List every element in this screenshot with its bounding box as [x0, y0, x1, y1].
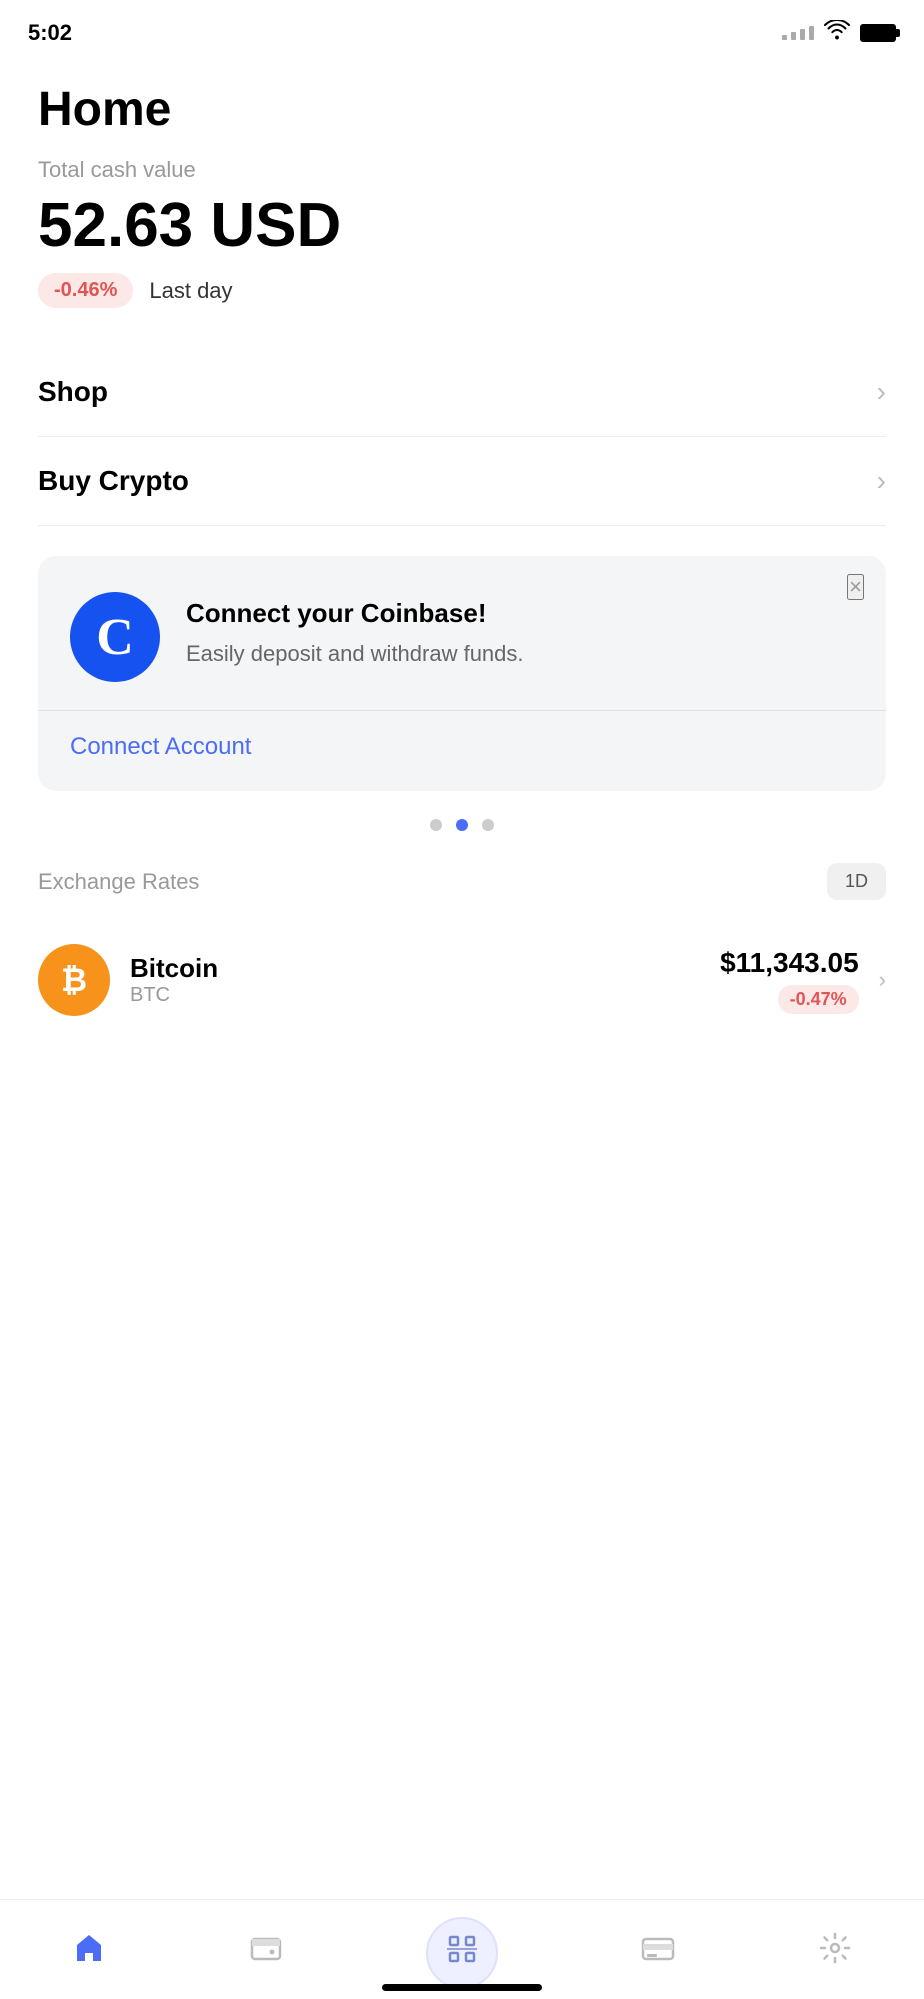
exchange-rates-section: Exchange Rates 1D ₿ Bitcoin BTC $11,343.… [0, 863, 924, 1036]
wallet-icon [249, 1931, 283, 1974]
home-icon [72, 1931, 106, 1974]
dot-1 [430, 819, 442, 831]
tab-card[interactable] [641, 1933, 675, 1972]
wifi-icon [824, 20, 850, 46]
card-icon [641, 1933, 675, 1972]
status-time: 5:02 [28, 20, 72, 46]
bitcoin-icon: ₿ [38, 944, 110, 1016]
tab-wallet[interactable] [249, 1931, 283, 1974]
bitcoin-name: Bitcoin [130, 953, 700, 984]
signal-icon [782, 26, 814, 40]
shop-label: Shop [38, 376, 108, 408]
promo-close-button[interactable]: × [847, 574, 864, 600]
battery-icon [860, 24, 896, 42]
promo-section: × C Connect your Coinbase! Easily deposi… [0, 556, 924, 791]
exchange-rates-title: Exchange Rates [38, 869, 199, 895]
promo-text-block: Connect your Coinbase! Easily deposit an… [186, 592, 854, 670]
tab-settings[interactable] [818, 1931, 852, 1974]
connect-account-button[interactable]: Connect Account [70, 733, 251, 761]
exchange-header: Exchange Rates 1D [38, 863, 886, 900]
total-value: 52.63 USD [38, 195, 886, 257]
promo-title: Connect your Coinbase! [186, 598, 854, 629]
buy-crypto-chevron-icon: › [877, 465, 886, 497]
coinbase-promo-card: × C Connect your Coinbase! Easily deposi… [38, 556, 886, 791]
bitcoin-change-badge: -0.47% [778, 985, 859, 1014]
bitcoin-info: Bitcoin BTC [130, 953, 700, 1007]
scan-icon-container [426, 1917, 498, 1989]
status-icons [782, 20, 896, 46]
promo-body: C Connect your Coinbase! Easily deposit … [70, 592, 854, 682]
shop-nav-item[interactable]: Shop › [38, 348, 886, 437]
tab-home[interactable] [72, 1931, 106, 1974]
shop-chevron-icon: › [877, 376, 886, 408]
value-change-row: -0.46% Last day [38, 273, 886, 308]
home-indicator [382, 1984, 542, 1991]
status-bar: 5:02 [0, 0, 924, 52]
time-filter-button[interactable]: 1D [827, 863, 886, 900]
total-cash-label: Total cash value [38, 157, 886, 183]
buy-crypto-nav-item[interactable]: Buy Crypto › [38, 437, 886, 526]
scan-icon [447, 1934, 477, 1972]
buy-crypto-label: Buy Crypto [38, 465, 189, 497]
bitcoin-price-block: $11,343.05 -0.47% [720, 947, 859, 1014]
bitcoin-ticker: BTC [130, 984, 700, 1007]
coinbase-logo: C [70, 592, 160, 682]
dot-3 [482, 819, 494, 831]
bitcoin-chevron-icon: › [879, 967, 886, 993]
change-badge: -0.46% [38, 273, 133, 308]
settings-icon [818, 1931, 852, 1974]
carousel-dots [0, 819, 924, 831]
bitcoin-row[interactable]: ₿ Bitcoin BTC $11,343.05 -0.47% › [38, 924, 886, 1036]
tab-scan[interactable] [426, 1917, 498, 1989]
promo-description: Easily deposit and withdraw funds. [186, 639, 854, 670]
promo-divider [38, 710, 886, 711]
main-content: Home Total cash value 52.63 USD -0.46% L… [0, 52, 924, 526]
page-title: Home [38, 82, 886, 137]
bitcoin-price: $11,343.05 [720, 947, 859, 979]
dot-2 [456, 819, 468, 831]
coinbase-logo-letter: C [96, 608, 134, 667]
change-period: Last day [149, 278, 232, 304]
